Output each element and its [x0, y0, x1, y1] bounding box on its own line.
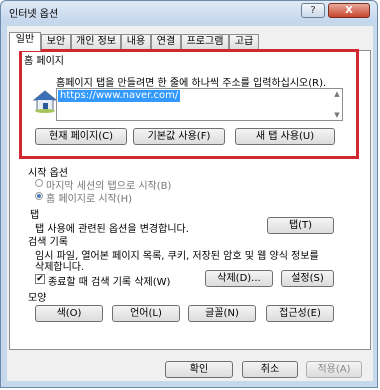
delete-history-button[interactable]: 삭제(D)...	[205, 270, 273, 287]
history-description-line2: 삭제합니다.	[35, 262, 85, 273]
history-group-title: 검색 기록	[28, 237, 68, 248]
homepage-highlight-box	[19, 49, 359, 159]
internet-options-window: 인터넷 옵션 ? X 일반 보안 개인 정보 내용 연결 프로그램 고급 홈 페…	[0, 0, 378, 388]
languages-button[interactable]: 언어(L)	[112, 305, 180, 322]
startup-last-session-radio[interactable]	[35, 179, 43, 187]
ok-button[interactable]: 확인	[165, 361, 233, 378]
tab-connections[interactable]: 연결	[151, 34, 181, 50]
help-button[interactable]: ?	[301, 3, 325, 18]
startup-homepage-radio[interactable]	[35, 192, 43, 200]
tab-programs[interactable]: 프로그램	[181, 34, 229, 50]
delete-on-exit-label: 종료할 때 검색 기록 삭제(W)	[48, 277, 171, 288]
tab-general[interactable]: 일반	[9, 32, 41, 51]
apply-button[interactable]: 적용(A)	[306, 361, 362, 378]
tabs-group-title: 탭	[30, 210, 40, 221]
title-bar: 인터넷 옵션 ? X	[1, 1, 377, 23]
tab-security[interactable]: 보안	[41, 34, 71, 50]
dialog-content: 일반 보안 개인 정보 내용 연결 프로그램 고급 홈 페이지 홈페이지 탭을 …	[7, 26, 373, 381]
history-settings-button[interactable]: 설정(S)	[281, 270, 334, 287]
colors-button[interactable]: 색(O)	[35, 305, 103, 322]
tabs-settings-button[interactable]: 탭(T)	[267, 217, 334, 234]
tab-privacy[interactable]: 개인 정보	[71, 34, 121, 50]
window-title: 인터넷 옵션	[9, 9, 59, 20]
delete-on-exit-checkbox[interactable]: ✔	[35, 274, 45, 284]
appearance-group-title: 모양	[28, 293, 47, 304]
close-button[interactable]: X	[328, 3, 370, 18]
accessibility-button[interactable]: 접근성(E)	[266, 305, 334, 322]
cancel-button[interactable]: 취소	[242, 361, 298, 378]
fonts-button[interactable]: 글꼴(N)	[188, 305, 256, 322]
tab-content[interactable]: 내용	[121, 34, 151, 50]
tab-advanced[interactable]: 고급	[229, 34, 259, 50]
startup-homepage-label: 홈 페이지로 시작(H)	[46, 194, 133, 205]
